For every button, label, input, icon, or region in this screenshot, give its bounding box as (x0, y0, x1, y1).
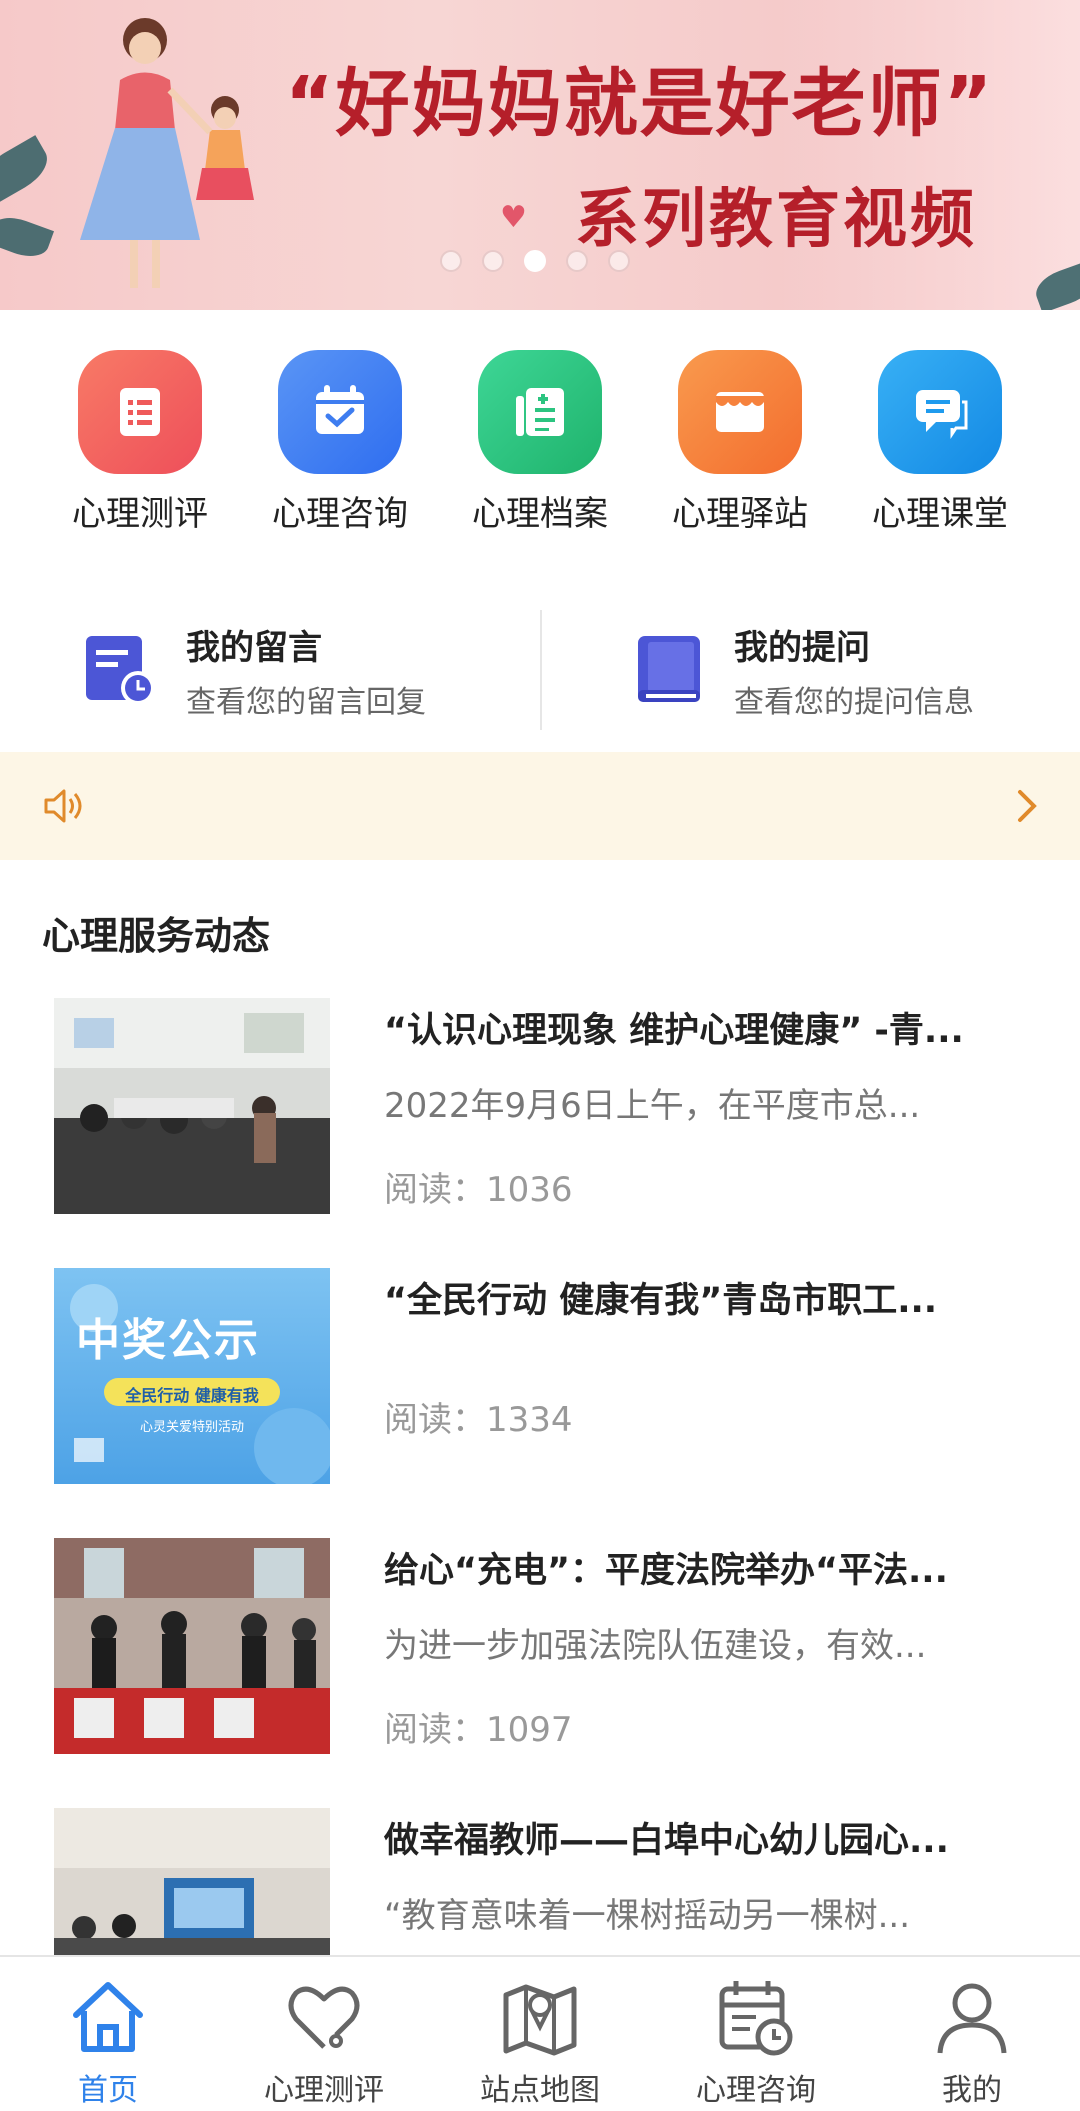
news-title: “认识心理现象 维护心理健康” -青... (384, 1011, 964, 1051)
news-reads: 阅读：1334 (384, 1400, 573, 1440)
news-title: 给心“充电”：平度法院举办“平法... (384, 1551, 948, 1591)
news-title: “全民行动 健康有我”青岛市职工... (384, 1281, 938, 1321)
my-questions-card[interactable]: 我的提问 查看您的提问信息 (540, 610, 1080, 730)
func-label: 心理档案 (472, 494, 608, 534)
map-icon (503, 1984, 577, 2056)
tab-label: 站点地图 (480, 2073, 600, 2108)
func-station[interactable]: 心理驿站 (650, 350, 830, 540)
carousel-dot[interactable] (482, 250, 504, 272)
news-reads: 阅读：1097 (384, 1710, 573, 1750)
carousel-dot[interactable] (440, 250, 462, 272)
tab-label: 心理咨询 (696, 2073, 816, 2108)
thumb-subtitle: 全民行动 健康有我 (125, 1386, 259, 1405)
mother-child-illustration (80, 18, 254, 288)
carousel-dot[interactable] (608, 250, 630, 272)
func-consult[interactable]: 心理咨询 (250, 350, 430, 540)
tab-label: 我的 (942, 2073, 1002, 2108)
func-label: 心理测评 (72, 494, 208, 534)
news-summary: 2022年9月6日上午，在平度市总... (384, 1086, 921, 1126)
func-label: 心理咨询 (272, 494, 408, 534)
news-item[interactable]: 给心“充电”：平度法院举办“平法... 为进一步加强法院队伍建设，有效... 阅… (0, 1538, 1080, 1808)
func-label: 心理课堂 (872, 494, 1008, 534)
tab-label: 心理测评 (264, 2073, 384, 2108)
news-reads: 阅读：1036 (384, 1170, 573, 1210)
banner-subtitle: 系列教育视频 (575, 183, 977, 257)
func-assessment[interactable]: 心理测评 (50, 350, 230, 540)
my-questions-title: 我的提问 (734, 627, 870, 668)
news-thumbnail: 中奖公示 全民行动 健康有我 心灵关爱特别活动 (54, 1268, 330, 1484)
news-thumbnail (54, 998, 330, 1214)
banner-carousel[interactable]: “好妈妈就是好老师” ♥ 系列教育视频 (0, 0, 1080, 310)
book-icon (638, 636, 700, 702)
thumb-title: 中奖公示 (76, 1315, 260, 1366)
my-questions-subtitle: 查看您的提问信息 (734, 684, 974, 720)
section-title: 心理服务动态 (42, 914, 271, 958)
message-shortcuts: 我的留言 查看您的留言回复 我的提问 查看您的提问信息 (0, 610, 1080, 730)
tab-home[interactable]: 首页 (0, 1957, 216, 2111)
home-icon (73, 1982, 143, 2052)
checklist-icon (78, 350, 202, 474)
news-summary: 为进一步加强法院队伍建设，有效... (384, 1626, 927, 1666)
tab-label: 首页 (78, 2073, 138, 2108)
tab-assessment[interactable]: 心理测评 (216, 1957, 432, 2111)
tab-profile[interactable]: 我的 (864, 1957, 1080, 2111)
tab-map[interactable]: 站点地图 (432, 1957, 648, 2111)
notice-bar[interactable] (0, 752, 1080, 860)
chevron-right-icon[interactable] (1012, 786, 1040, 826)
calendar-check-icon (278, 350, 402, 474)
my-messages-card[interactable]: 我的留言 查看您的留言回复 (0, 610, 540, 730)
news-item[interactable]: “认识心理现象 维护心理健康” -青... 2022年9月6日上午，在平度市总.… (0, 998, 1080, 1268)
news-item[interactable]: 中奖公示 全民行动 健康有我 心灵关爱特别活动 “全民行动 健康有我”青岛市职工… (0, 1268, 1080, 1538)
user-icon (937, 1983, 1007, 2054)
carousel-dot-active[interactable] (524, 250, 546, 272)
carousel-indicator (440, 250, 630, 272)
news-title: 做幸福教师——白埠中心幼儿园心... (384, 1821, 949, 1861)
store-icon (678, 350, 802, 474)
banner-title: “好妈妈就是好老师” (285, 61, 995, 147)
heart-stethoscope-icon (288, 1986, 360, 2049)
heart-icon: ♥ (500, 200, 527, 235)
bottom-tab-bar: 首页 心理测评 站点地图 心理咨询 我的 (0, 1955, 1080, 2111)
news-thumbnail (54, 1538, 330, 1754)
speaker-icon (44, 789, 82, 823)
carousel-dot[interactable] (566, 250, 588, 272)
news-summary: “教育意味着一棵树摇动另一棵树... (384, 1896, 911, 1936)
my-messages-subtitle: 查看您的留言回复 (186, 684, 426, 720)
archive-icon (478, 350, 602, 474)
func-classroom[interactable]: 心理课堂 (850, 350, 1030, 540)
calendar-clock-icon (719, 1981, 793, 2056)
message-clock-icon (86, 636, 155, 705)
thumb-caption: 心灵关爱特别活动 (139, 1420, 244, 1435)
chat-icon (878, 350, 1002, 474)
tab-consult[interactable]: 心理咨询 (648, 1957, 864, 2111)
news-list: “认识心理现象 维护心理健康” -青... 2022年9月6日上午，在平度市总.… (0, 998, 1080, 2078)
func-archive[interactable]: 心理档案 (450, 350, 630, 540)
my-messages-title: 我的留言 (186, 627, 322, 668)
function-grid: 心理测评 心理咨询 心理档案 心理驿站 心理课堂 (0, 350, 1080, 540)
func-label: 心理驿站 (672, 494, 808, 534)
